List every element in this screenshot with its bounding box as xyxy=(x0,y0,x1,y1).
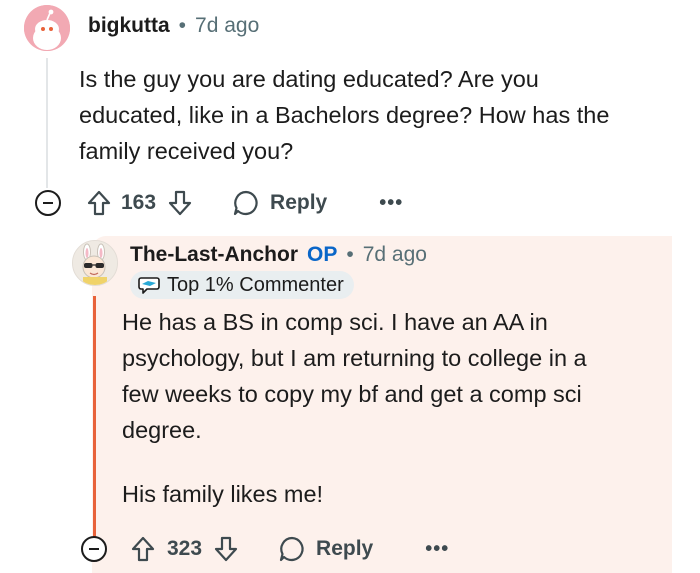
op-tag: OP xyxy=(307,243,338,266)
upvote-button[interactable] xyxy=(131,536,155,562)
upvote-arrow-icon xyxy=(131,536,155,562)
reply-body: He has a BS in comp sci. I have an AA in… xyxy=(122,304,672,448)
comment-body: Is the guy you are dating educated? Are … xyxy=(79,61,689,169)
upvote-arrow-icon xyxy=(87,190,111,216)
vote-count: 323 xyxy=(167,537,203,560)
reply-button[interactable]: Reply xyxy=(278,535,373,563)
reply-action-bar: 323 Reply ••• xyxy=(81,535,449,563)
reply-body-line: psychology, but I am returning to colleg… xyxy=(122,345,587,371)
thread-line[interactable] xyxy=(46,58,48,188)
reply-button[interactable]: Reply xyxy=(232,189,327,217)
downvote-button[interactable] xyxy=(168,190,192,216)
reply-body-paragraph: His family likes me! xyxy=(122,481,324,507)
reply-body-line: degree. xyxy=(122,417,202,443)
collapse-thread-button[interactable] xyxy=(81,536,107,562)
downvote-arrow-icon xyxy=(168,190,192,216)
comment-body-line: family received you? xyxy=(79,138,294,164)
commenter-badge-icon xyxy=(138,277,160,294)
comment-time[interactable]: 7d ago xyxy=(195,14,259,38)
reply-body-line: few weeks to copy my bf and get a comp s… xyxy=(122,381,582,407)
commenter-avatar[interactable] xyxy=(24,5,70,51)
collapse-thread-button[interactable] xyxy=(35,190,61,216)
vote-count: 163 xyxy=(121,191,157,214)
comment-username[interactable]: bigkutta xyxy=(88,14,170,38)
reply-time[interactable]: 7d ago xyxy=(363,243,427,267)
separator-dot: • xyxy=(346,243,354,266)
top-commenter-badge[interactable]: Top 1% Commenter xyxy=(130,271,354,299)
downvote-arrow-icon xyxy=(214,536,238,562)
reply-label: Reply xyxy=(270,191,328,214)
snoo-avatar-icon xyxy=(24,5,70,51)
comment-body-line: educated, like in a Bachelors degree? Ho… xyxy=(79,102,610,128)
comment-action-bar: 163 Reply ••• xyxy=(35,189,403,217)
reply-body-line: He has a BS in comp sci. I have an AA in xyxy=(122,309,548,335)
reply-label: Reply xyxy=(316,537,374,560)
badge-label: Top 1% Commenter xyxy=(167,273,344,296)
more-options-button[interactable]: ••• xyxy=(379,192,403,215)
reply-header: The-Last-Anchor OP • 7d ago xyxy=(130,243,427,267)
reply-username[interactable]: The-Last-Anchor xyxy=(130,243,298,267)
custom-avatar-icon xyxy=(73,241,117,285)
upvote-button[interactable] xyxy=(87,190,111,216)
comment-header: bigkutta • 7d ago xyxy=(88,14,259,38)
separator-dot: • xyxy=(178,14,187,37)
comment-body-line: Is the guy you are dating educated? Are … xyxy=(79,66,539,92)
speech-bubble-icon xyxy=(279,536,304,562)
speech-bubble-icon xyxy=(233,190,258,216)
more-options-button[interactable]: ••• xyxy=(425,538,449,561)
reply-thread-line[interactable] xyxy=(93,296,96,538)
reply-avatar[interactable] xyxy=(72,240,118,286)
downvote-button[interactable] xyxy=(214,536,238,562)
